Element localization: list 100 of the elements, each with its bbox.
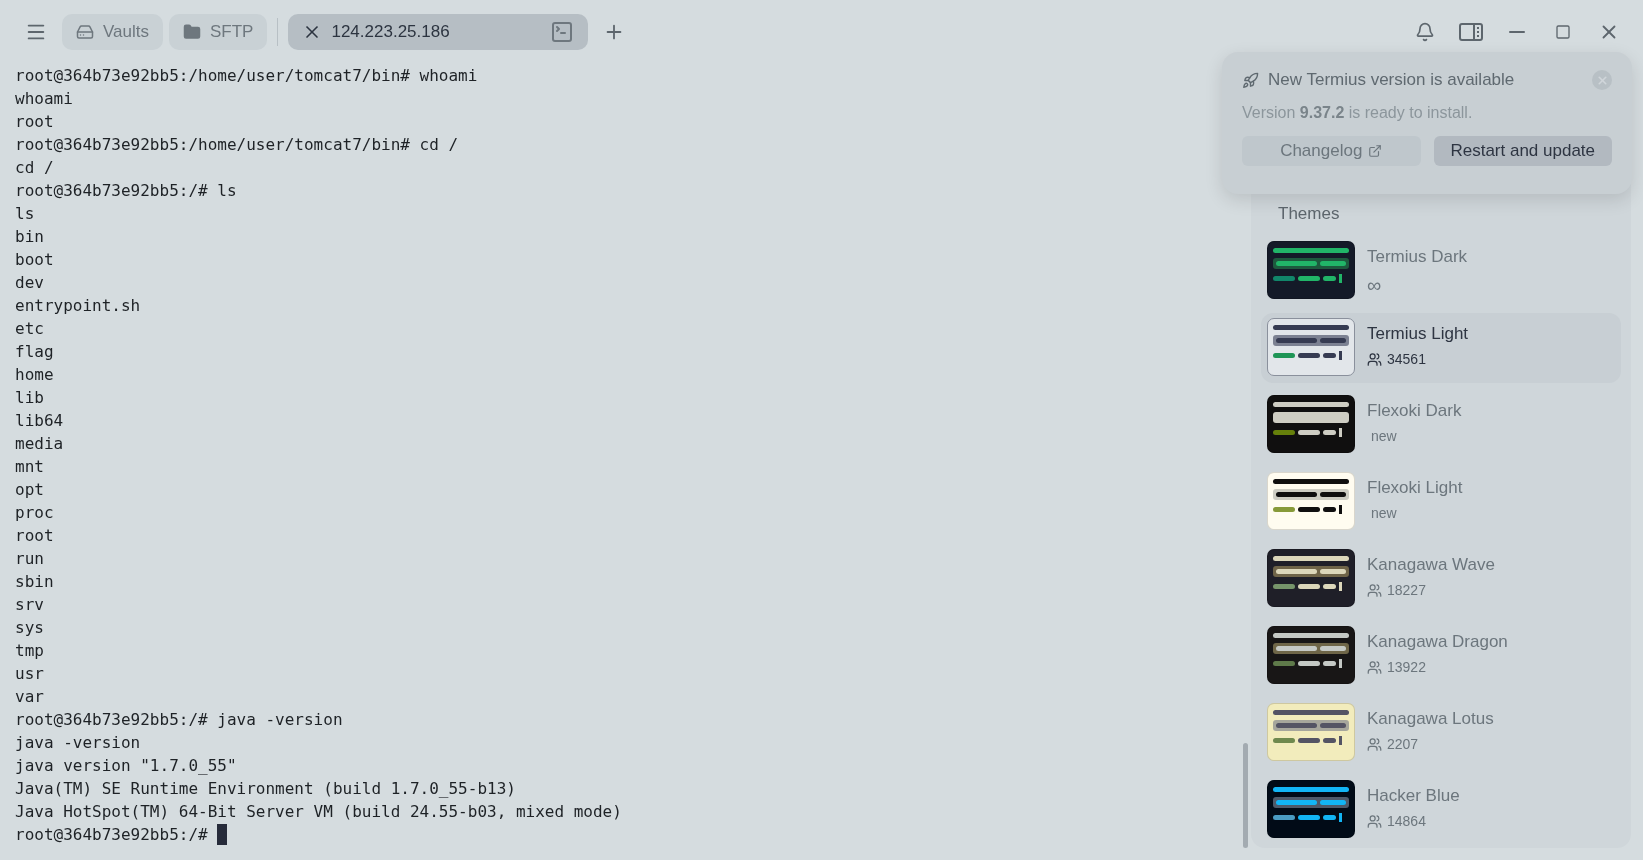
preview-line <box>1298 661 1320 666</box>
bell-icon <box>1415 22 1435 42</box>
terminal-line: bin <box>15 226 45 248</box>
terminal-line: tmp <box>15 640 45 662</box>
preview-cursor <box>1339 505 1342 514</box>
terminal-line: var <box>15 686 45 708</box>
terminal-line: java version "1.7.0_55" <box>15 755 238 777</box>
terminal-line: etc <box>15 318 45 340</box>
new-label: new <box>1370 505 1398 521</box>
terminal-line: proc <box>15 502 55 524</box>
terminal-line: lib64 <box>15 410 65 432</box>
restart-button[interactable]: Restart and update <box>1433 136 1612 166</box>
theme-name: Hacker Blue <box>1367 786 1460 806</box>
preview-cursor <box>1339 736 1342 745</box>
preview-line <box>1298 584 1320 589</box>
terminal-line: sbin <box>15 571 55 593</box>
tab[interactable]: SFTP <box>169 14 268 50</box>
notification-message: Version 9.37.2 is ready to install. <box>1242 104 1474 122</box>
terminal-line: dev <box>15 272 45 294</box>
theme-item[interactable]: Kanagawa Dragon 13922 <box>1261 621 1621 691</box>
theme-name: Termius Dark <box>1367 247 1468 267</box>
users-icon <box>1367 351 1382 367</box>
terminal-line: cd / <box>15 157 55 179</box>
rocket-icon <box>1242 71 1259 89</box>
theme-item[interactable]: Flexoki Dark new <box>1261 390 1621 460</box>
theme-item[interactable]: Kanagawa Wave 18227 <box>1261 544 1621 614</box>
tab[interactable]: Vaults <box>62 14 163 50</box>
users-icon <box>1367 582 1382 598</box>
theme-item[interactable]: Termius Dark ∞ <box>1261 236 1621 306</box>
side-panel-icon <box>1459 22 1483 42</box>
notification-title: New Termius version is available <box>1268 70 1516 90</box>
theme-name: Kanagawa Wave <box>1367 555 1495 575</box>
preview-line <box>1323 815 1336 820</box>
preview-cursor <box>1339 813 1342 822</box>
preview-line <box>1323 353 1336 358</box>
cursor <box>217 824 228 845</box>
user-count: 18227 <box>1367 582 1495 598</box>
preview-line <box>1298 430 1320 435</box>
tab[interactable]: 124.223.25.186 <box>288 14 589 50</box>
preview-cursor <box>1339 351 1342 360</box>
users-icon <box>1367 736 1382 752</box>
users-icon <box>1367 659 1382 675</box>
theme-item[interactable]: Flexoki Light new <box>1261 467 1621 537</box>
terminal-line: root@364b73e92bb5:/# java -version <box>15 709 344 731</box>
terminal-prompt: root@364b73e92bb5:/# <box>15 823 1241 846</box>
terminal-line: whoami <box>15 88 74 110</box>
user-count: 2207 <box>1367 736 1494 752</box>
terminal-line: sys <box>15 617 45 639</box>
terminal-line: run <box>15 548 45 570</box>
infinity-symbol: ∞ <box>1367 274 1383 297</box>
preview-cursor <box>1339 274 1342 283</box>
theme-name: Flexoki Light <box>1367 478 1463 498</box>
theme-item[interactable]: Termius Light 34561 <box>1261 313 1621 383</box>
folder-icon <box>183 23 201 41</box>
changelog-button[interactable]: Changelog <box>1242 136 1421 166</box>
theme-item[interactable]: Kanagawa Lotus 2207 <box>1261 698 1621 768</box>
panel-title: Themes <box>1277 203 1341 225</box>
terminal-line: lib <box>15 387 45 409</box>
user-count: 13922 <box>1367 659 1508 675</box>
terminal-line: Java(TM) SE Runtime Environment (build 1.7.0_55-b13) <box>15 778 517 800</box>
theme-name: Termius Light <box>1367 324 1469 344</box>
preview-line <box>1298 276 1320 281</box>
preview-line <box>1298 353 1320 358</box>
terminal-line: boot <box>15 249 55 271</box>
theme-item[interactable]: Hacker Blue 14864 <box>1261 775 1621 845</box>
user-count: 34561 <box>1367 351 1469 367</box>
preview-line <box>1323 507 1336 512</box>
theme-name: Flexoki Dark <box>1367 401 1462 421</box>
maximize-icon <box>1555 24 1571 40</box>
terminal-line: ls <box>15 203 36 225</box>
terminal-line: java -version <box>15 732 142 754</box>
terminal-line: root <box>15 111 55 133</box>
terminal-line: root@364b73e92bb5:/# ls <box>15 180 238 202</box>
terminal-line: opt <box>15 479 45 501</box>
user-count: 14864 <box>1367 813 1460 829</box>
external-link-icon <box>1368 144 1383 158</box>
terminal-line: flag <box>15 341 55 363</box>
preview-cursor <box>1339 428 1342 437</box>
minimize-icon <box>1509 31 1525 33</box>
preview-cursor <box>1339 582 1342 591</box>
terminal-line: usr <box>15 663 45 685</box>
scrollbar-thumb[interactable] <box>1243 743 1248 848</box>
theme-name: Kanagawa Dragon <box>1367 632 1508 652</box>
preview-line <box>1298 507 1320 512</box>
preview-line <box>1298 738 1320 743</box>
preview-line <box>1323 738 1336 743</box>
preview-line <box>1323 430 1336 435</box>
terminal-line: root@364b73e92bb5:/home/user/tomcat7/bin# cd / <box>15 134 460 156</box>
new-label: new <box>1370 428 1398 444</box>
terminal-line: root@364b73e92bb5:/home/user/tomcat7/bin# whoami <box>15 65 479 87</box>
theme-name: Kanagawa Lotus <box>1367 709 1494 729</box>
terminal-line: root <box>15 525 55 547</box>
users-icon <box>1367 813 1382 829</box>
preview-line <box>1323 276 1336 281</box>
close-icon <box>1595 73 1609 87</box>
terminal-line: entrypoint.sh <box>15 295 142 317</box>
terminal-line: media <box>15 433 65 455</box>
terminal-line: srv <box>15 594 45 616</box>
preview-cursor <box>1339 659 1342 668</box>
terminal-line: mnt <box>15 456 45 478</box>
